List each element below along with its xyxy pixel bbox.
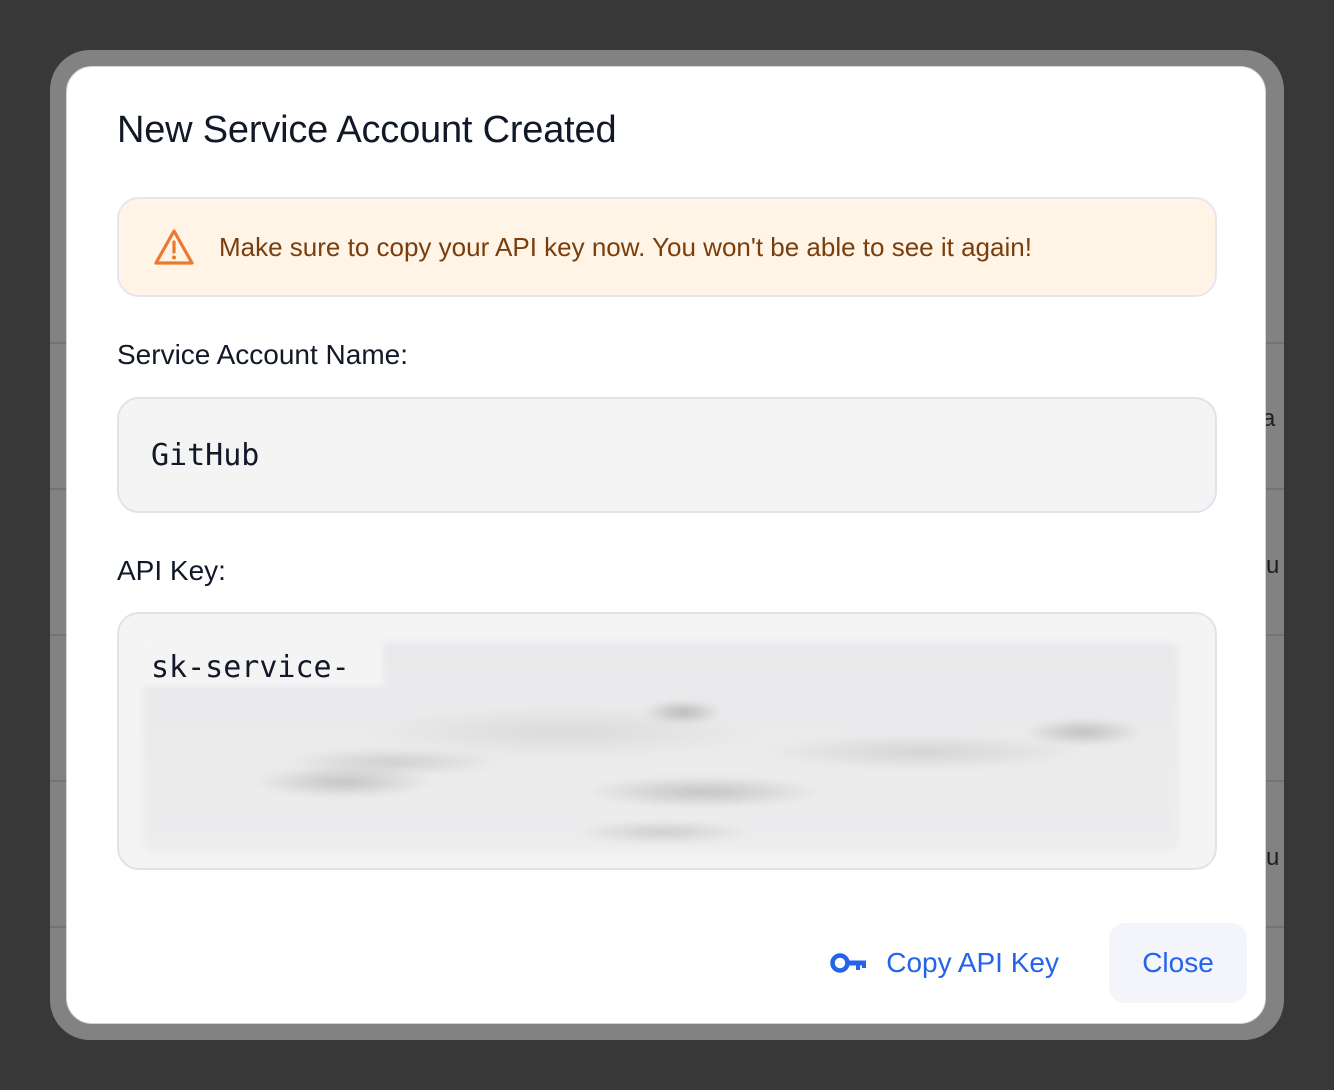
dialog-title: New Service Account Created — [117, 109, 617, 151]
copy-api-key-button[interactable]: Copy API Key — [818, 933, 1071, 993]
service-account-name-text: GitHub — [151, 437, 260, 473]
service-account-created-dialog: New Service Account Created Make sure to… — [66, 66, 1266, 1024]
api-key-label: API Key: — [117, 555, 226, 586]
service-account-name-value[interactable]: GitHub — [117, 397, 1217, 513]
dialog-actions: Copy API Key Close — [818, 923, 1247, 1003]
key-icon — [830, 951, 870, 975]
service-account-name-label: Service Account Name: — [117, 339, 409, 370]
warning-message: Make sure to copy your API key now. You … — [219, 231, 1032, 262]
warning-alert: Make sure to copy your API key now. You … — [117, 197, 1217, 297]
copy-api-key-label: Copy API Key — [886, 947, 1059, 978]
close-button[interactable]: Close — [1109, 923, 1247, 1003]
api-key-prefix-text: sk-service- — [151, 650, 350, 685]
warning-triangle-icon — [153, 227, 195, 267]
api-key-value[interactable]: sk-service- — [117, 612, 1217, 870]
